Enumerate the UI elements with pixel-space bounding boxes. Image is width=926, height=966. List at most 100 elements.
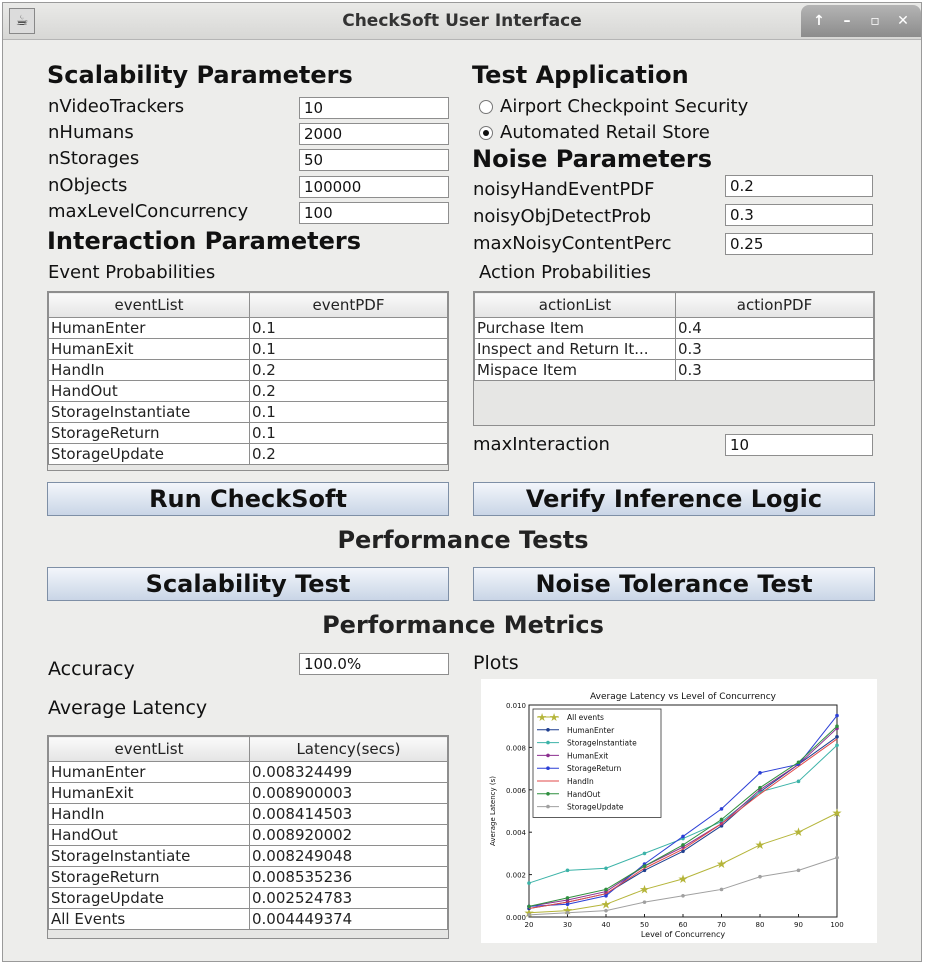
data-point [565, 910, 570, 915]
field-label: noisyHandEventPDF [473, 179, 655, 200]
noisyobjdetectprob-input[interactable]: 0.3 [725, 204, 873, 226]
cell-name[interactable]: Inspect and Return It... [474, 338, 676, 360]
cell-name[interactable]: StorageInstantiate [48, 401, 250, 423]
latency-row[interactable]: StorageReturn 0.008535236 [48, 866, 448, 888]
cell-name[interactable]: HandIn [48, 359, 250, 381]
noise-tolerance-test-button[interactable]: Noise Tolerance Test [473, 567, 875, 601]
event-row[interactable]: HandOut 0.2 [48, 380, 448, 402]
airport-option-label[interactable]: Airport Checkpoint Security [500, 96, 748, 117]
cell-name[interactable]: HandIn [48, 803, 250, 825]
cell-name[interactable]: StorageInstantiate [48, 845, 250, 867]
shade-up-icon[interactable]: ↑ [809, 11, 829, 31]
title-bar[interactable]: ☕ CheckSoft User Interface ↑ – ▫ ✕ [3, 3, 921, 40]
cell-name[interactable]: HumanEnter [48, 761, 250, 783]
action-row[interactable]: Inspect and Return It... 0.3 [474, 338, 874, 360]
data-point [604, 908, 608, 913]
maxinteraction-input[interactable]: 10 [725, 434, 873, 456]
cell-value[interactable]: 0.002524783 [249, 887, 448, 909]
average-latency-table[interactable]: eventList Latency(secs) HumanEnter 0.0083… [48, 736, 448, 930]
latency-row[interactable]: StorageInstantiate 0.008249048 [48, 845, 448, 867]
retail-option-label[interactable]: Automated Retail Store [500, 122, 710, 143]
cell-value[interactable]: 0.008414503 [249, 803, 448, 825]
app-window: ☕ CheckSoft User Interface ↑ – ▫ ✕ Scala… [2, 2, 922, 962]
cell-value[interactable]: 0.008920002 [249, 824, 448, 846]
legend-label: HandOut [567, 790, 600, 799]
cell-name[interactable]: StorageUpdate [48, 443, 250, 465]
cell-value[interactable]: 0.004449374 [249, 908, 448, 930]
retail-radio[interactable] [479, 126, 493, 140]
cell-name[interactable]: StorageReturn [48, 422, 250, 444]
data-point [796, 868, 801, 873]
series-line-7 [528, 857, 838, 916]
cell-name[interactable]: Purchase Item [474, 317, 676, 339]
cell-name[interactable]: All Events [48, 908, 250, 930]
field-label: nHumans [48, 122, 134, 143]
run-checksoft-button[interactable]: Run CheckSoft [47, 482, 449, 516]
data-point [758, 785, 762, 790]
data-point [565, 868, 570, 873]
column-header[interactable]: Latency(secs) [249, 736, 448, 762]
event-row[interactable]: HandIn 0.2 [48, 359, 448, 381]
cell-name[interactable]: StorageReturn [48, 866, 250, 888]
minimize-icon[interactable]: – [837, 11, 857, 31]
cell-name[interactable]: HandOut [48, 380, 250, 402]
airport-radio[interactable] [479, 100, 493, 114]
cell-name[interactable]: HumanExit [48, 782, 250, 804]
close-icon[interactable]: ✕ [893, 11, 913, 31]
cell-value[interactable]: 0.1 [249, 317, 448, 339]
cell-name[interactable]: Mispace Item [474, 359, 676, 381]
noisyhandeventpdf-input[interactable]: 0.2 [725, 175, 873, 197]
event-row[interactable]: HumanExit 0.1 [48, 338, 448, 360]
latency-row[interactable]: HumanEnter 0.008324499 [48, 761, 448, 783]
cell-value[interactable]: 0.3 [675, 338, 874, 360]
cell-name[interactable]: HandOut [48, 824, 250, 846]
cell-value[interactable]: 0.1 [249, 338, 448, 360]
event-row[interactable]: HumanEnter 0.1 [48, 317, 448, 339]
event-row[interactable]: StorageInstantiate 0.1 [48, 401, 448, 423]
legend-marker [546, 740, 550, 745]
latency-row[interactable]: HandIn 0.008414503 [48, 803, 448, 825]
event-row[interactable]: StorageUpdate 0.2 [48, 443, 448, 465]
maxnoisycontentperc-input[interactable]: 0.25 [725, 233, 873, 255]
maximize-icon[interactable]: ▫ [865, 11, 885, 31]
cell-value[interactable]: 0.008324499 [249, 761, 448, 783]
event-row[interactable]: StorageReturn 0.1 [48, 422, 448, 444]
latency-row[interactable]: All Events 0.004449374 [48, 908, 448, 930]
y-tick-label: 0.002 [506, 872, 526, 880]
verify-inference-logic-button[interactable]: Verify Inference Logic [473, 482, 875, 516]
cell-value[interactable]: 0.1 [249, 401, 448, 423]
cell-value[interactable]: 0.008900003 [249, 782, 448, 804]
cell-value[interactable]: 0.2 [249, 380, 448, 402]
scalability-test-button[interactable]: Scalability Test [47, 567, 449, 601]
x-tick-label: 90 [794, 921, 803, 929]
action-row[interactable]: Purchase Item 0.4 [474, 317, 874, 339]
cell-name[interactable]: HumanEnter [48, 317, 250, 339]
cell-value[interactable]: 0.3 [675, 359, 874, 381]
cell-value[interactable]: 0.1 [249, 422, 448, 444]
latency-row[interactable]: StorageUpdate 0.002524783 [48, 887, 448, 909]
cell-value[interactable]: 0.2 [249, 359, 448, 381]
latency-row[interactable]: HandOut 0.008920002 [48, 824, 448, 846]
event-probabilities-table[interactable]: eventList eventPDF HumanEnter 0.1 HumanExi… [48, 292, 448, 465]
cell-value[interactable]: 0.008249048 [249, 845, 448, 867]
cell-value[interactable]: 0.008535236 [249, 866, 448, 888]
nobjects-input[interactable]: 100000 [299, 176, 449, 198]
nhumans-input[interactable]: 2000 [299, 123, 449, 145]
action-probabilities-table[interactable]: actionList actionPDF Purchase Item 0.4 Ins… [474, 292, 874, 381]
latency-row[interactable]: HumanExit 0.008900003 [48, 782, 448, 804]
cell-name[interactable]: StorageUpdate [48, 887, 250, 909]
x-axis-label: Level of Concurrency [641, 930, 726, 939]
column-header[interactable]: actionList [474, 292, 676, 318]
column-header[interactable]: eventList [48, 292, 250, 318]
column-header[interactable]: eventPDF [249, 292, 448, 318]
cell-name[interactable]: HumanExit [48, 338, 250, 360]
column-header[interactable]: eventList [48, 736, 250, 762]
cell-value[interactable]: 0.4 [675, 317, 874, 339]
maxlevelconcurrency-input[interactable]: 100 [299, 202, 449, 224]
nvideotrackers-input[interactable]: 10 [299, 97, 449, 119]
cell-value[interactable]: 0.2 [249, 443, 448, 465]
nstorages-input[interactable]: 50 [299, 149, 449, 171]
column-header[interactable]: actionPDF [675, 292, 874, 318]
series-line-0 [528, 812, 838, 914]
action-row[interactable]: Mispace Item 0.3 [474, 359, 874, 381]
